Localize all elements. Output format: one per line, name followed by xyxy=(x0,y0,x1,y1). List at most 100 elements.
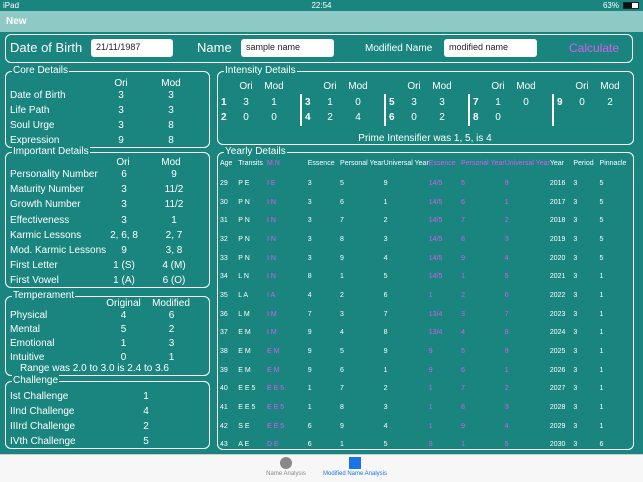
intensity-separator xyxy=(384,94,386,126)
yearly-cell: 1 xyxy=(599,385,604,393)
yearly-cell: 3 xyxy=(504,235,509,243)
modified-name-input[interactable]: modified name xyxy=(444,39,537,57)
yearly-row: 38 E M E M 9 5 9 9 5 9 2025 3 1 xyxy=(220,342,635,361)
yearly-header-cell: Essence xyxy=(307,159,335,167)
challenge-panel: Challenge Ist Challenge 1 IInd Challenge 4 I… xyxy=(5,375,210,449)
yearly-row: 34 L N I N 8 1 5 14/5 1 5 2021 3 1 xyxy=(220,267,635,286)
yearly-cell: 6 xyxy=(307,422,312,430)
yearly-cell: 1 xyxy=(504,198,509,206)
intensity-separator xyxy=(468,94,470,126)
intensity-details-title: Intensity Details xyxy=(224,65,297,77)
yearly-cell: 3 xyxy=(573,348,578,356)
modified-name-label: Modified Name xyxy=(365,43,433,54)
yearly-cell: 14/5 xyxy=(428,254,443,262)
challenge-row-value: 4 xyxy=(143,406,149,417)
yearly-cell: 2 xyxy=(383,385,388,393)
name-input[interactable]: sample name xyxy=(241,39,334,57)
challenge-row-value: 2 xyxy=(143,421,149,432)
yearly-cell: 3 xyxy=(307,217,312,225)
core-ori-header: Ori xyxy=(114,78,128,89)
yearly-cell: 6 xyxy=(461,366,465,374)
temperament-row-label: Physical xyxy=(10,310,48,321)
yearly-cell: 6 xyxy=(599,441,604,449)
intensity-mod-header: Mod xyxy=(516,81,536,92)
important-details-panel: Important Details Ori Mod Personality Nu… xyxy=(5,146,210,288)
yearly-cell: 3 xyxy=(573,310,578,318)
dob-input[interactable]: 21/11/1987 xyxy=(91,39,173,57)
important-row-mod: 3, 8 xyxy=(165,245,183,256)
yearly-cell: 31 xyxy=(220,217,228,225)
tab-name-analysis-label: Name Analysis xyxy=(266,471,306,477)
yearly-cell: 3 xyxy=(504,404,509,412)
yearly-cell: 3 xyxy=(573,235,578,243)
calculate-button[interactable]: Calculate xyxy=(569,41,619,55)
yearly-cell: 1 xyxy=(428,422,433,430)
yearly-row: 32 P N I N 3 8 3 14/5 8 3 2019 3 5 xyxy=(220,230,635,249)
yearly-cell: 39 xyxy=(220,366,228,374)
yearly-cell: 1 xyxy=(504,366,509,374)
intensity-ori-value: 3 xyxy=(243,97,249,108)
yearly-cell: 7 xyxy=(383,310,388,318)
temperament-row-ori: 5 xyxy=(120,324,127,335)
yearly-cell: 8 xyxy=(504,329,509,337)
important-row-ori: 1 (S) xyxy=(113,260,135,272)
yearly-cell: 2025 xyxy=(549,348,566,356)
yearly-cell: 4 xyxy=(383,422,388,430)
yearly-cell: 1 xyxy=(599,329,604,337)
intensity-mod-value: 4 xyxy=(355,112,361,123)
important-row-label: Personality Number xyxy=(10,169,98,180)
tab-modified-name-analysis[interactable]: Modified Name Analysis xyxy=(305,457,405,477)
yearly-cell: 37 xyxy=(220,329,228,337)
yearly-cell: 2026 xyxy=(549,366,566,374)
core-row-label: Soul Urge xyxy=(10,120,55,131)
core-row-ori: 9 xyxy=(118,135,124,146)
yearly-cell: L A xyxy=(238,291,249,299)
yearly-cell: 1 xyxy=(307,404,312,412)
yearly-cell: 8 xyxy=(307,273,312,281)
temperament-row-mod: 6 xyxy=(168,310,175,321)
dob-label: Date of Birth xyxy=(10,40,83,55)
yearly-cell: 30 xyxy=(220,198,228,206)
yearly-cell: 9 xyxy=(307,348,312,356)
yearly-cell: 5 xyxy=(599,198,604,206)
yearly-cell: 5 xyxy=(599,235,604,243)
important-row-label: Maturity Number xyxy=(10,184,84,196)
core-row-mod: 8 xyxy=(168,120,174,131)
important-row-ori: 1 (A) xyxy=(113,275,135,287)
yearly-cell: 1 xyxy=(599,291,604,299)
intensity-separator xyxy=(552,94,554,126)
important-row-ori: 6 xyxy=(121,169,127,180)
core-row-ori: 3 xyxy=(118,90,124,101)
intensity-number: 4 xyxy=(305,112,311,123)
intensity-number: 7 xyxy=(473,97,479,108)
intensity-mod-value: 0 xyxy=(271,112,277,123)
intensity-ori-value: 0 xyxy=(495,112,501,123)
core-row-ori: 3 xyxy=(118,105,124,116)
yearly-table-scroll[interactable]: Age Transits M.N Essence Personal Year Univer… xyxy=(220,152,635,452)
clock: 22:54 xyxy=(311,1,332,10)
yearly-cell: 4 xyxy=(307,291,312,299)
yearly-cell: E M xyxy=(266,366,280,374)
yearly-cell: 2 xyxy=(340,291,344,299)
temperament-ori-header: Original xyxy=(106,298,141,309)
yearly-cell: 6 xyxy=(340,366,344,374)
status-bar: iPad 22:54 63% xyxy=(0,0,643,11)
yearly-cell: 7 xyxy=(461,217,465,225)
yearly-cell: 1 xyxy=(428,291,433,299)
yearly-header-cell: Pinnacle xyxy=(599,159,627,167)
yearly-cell: E E 5 xyxy=(238,404,256,412)
yearly-cell: 2017 xyxy=(549,198,566,206)
yearly-cell: 3 xyxy=(573,179,578,187)
yearly-cell: P N xyxy=(238,254,250,262)
yearly-cell: 40 xyxy=(220,385,228,393)
intensity-ori-value: 0 xyxy=(579,97,585,108)
yearly-cell: 6 xyxy=(383,291,388,299)
yearly-cell: 1 xyxy=(461,441,465,449)
yearly-cell: 2016 xyxy=(549,179,566,187)
yearly-cell: 5 xyxy=(383,441,388,449)
yearly-cell: 32 xyxy=(220,235,228,243)
important-row-ori: 3 xyxy=(121,214,127,226)
yearly-cell: E M xyxy=(238,366,251,374)
yearly-cell: 5 xyxy=(599,217,604,225)
yearly-header-cell: Personal Year xyxy=(340,159,384,167)
